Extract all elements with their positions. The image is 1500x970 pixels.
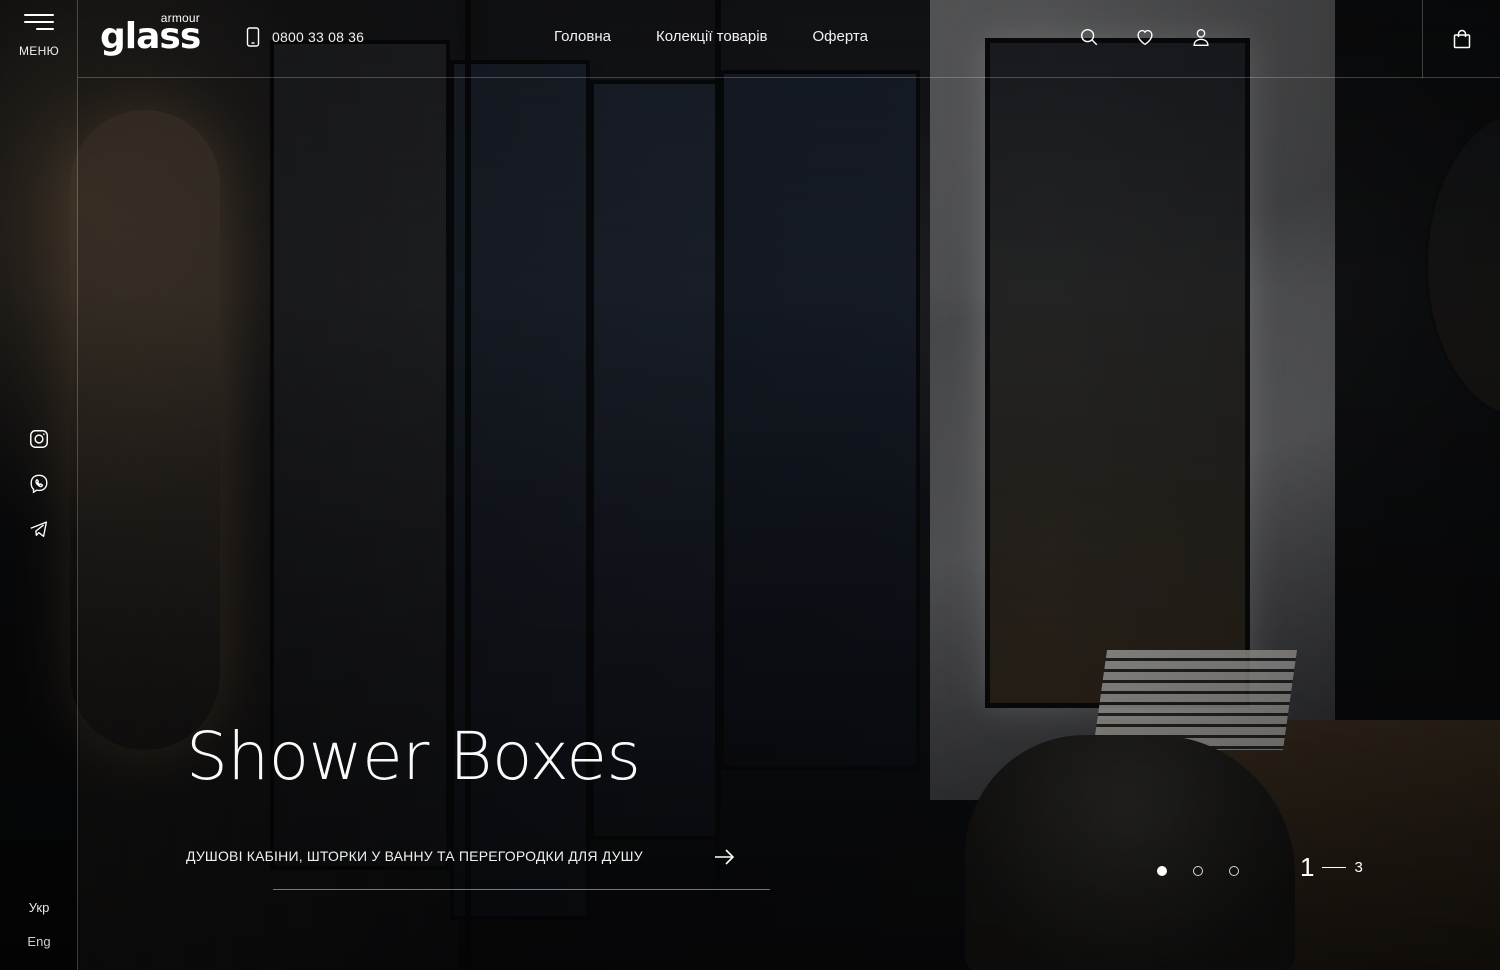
hero-cta-link[interactable]: ДУШОВІ КАБІНИ, ШТОРКИ У ВАННУ ТА ПЕРЕГОР…	[186, 845, 770, 891]
logo-glass: glass	[100, 16, 201, 57]
left-rail: МЕНЮ Укр Eng	[0, 0, 78, 970]
slide-total: 3	[1354, 859, 1363, 876]
cart-icon	[1453, 29, 1470, 49]
hero-subtitle: ДУШОВІ КАБІНИ, ШТОРКИ У ВАННУ ТА ПЕРЕГОР…	[186, 848, 643, 864]
nav-collections[interactable]: Колекції товарів	[656, 28, 768, 45]
main-nav: Головна Колекції товарів Оферта	[554, 28, 868, 45]
nav-offer[interactable]: Оферта	[813, 28, 868, 45]
user-icon[interactable]	[1190, 26, 1212, 48]
menu-label: МЕНЮ	[19, 44, 59, 58]
slider-dots	[1157, 866, 1239, 876]
slider-dot-3[interactable]	[1229, 866, 1239, 876]
lang-en[interactable]: Eng	[0, 934, 78, 949]
arrow-right-icon	[715, 849, 735, 865]
logo[interactable]: armour glass	[100, 10, 210, 62]
hamburger-icon	[24, 14, 54, 30]
cta-underline	[273, 889, 770, 890]
menu-button[interactable]: МЕНЮ	[0, 14, 78, 64]
slide-counter: 1 3	[1300, 852, 1363, 883]
instagram-icon[interactable]	[28, 428, 50, 450]
nav-home[interactable]: Головна	[554, 28, 611, 45]
phone-number: 0800 33 08 36	[272, 29, 365, 45]
phone-icon	[246, 27, 260, 47]
search-icon[interactable]	[1078, 26, 1100, 48]
hero-background	[0, 0, 1500, 970]
slider-dot-2[interactable]	[1193, 866, 1203, 876]
site-header: armour glass 0800 33 08 36 Головна Колек…	[78, 0, 1500, 78]
phone-link[interactable]: 0800 33 08 36	[246, 27, 364, 47]
telegram-icon[interactable]	[28, 518, 50, 540]
lang-ua[interactable]: Укр	[0, 900, 78, 915]
viber-icon[interactable]	[28, 473, 50, 495]
slide-current: 1	[1300, 852, 1315, 882]
slider-dot-1[interactable]	[1157, 866, 1167, 876]
dark-overlay	[0, 0, 1500, 970]
heart-icon[interactable]	[1134, 26, 1156, 48]
counter-divider	[1322, 867, 1347, 868]
social-links	[0, 428, 78, 540]
hero-title: Shower Boxes	[186, 718, 641, 795]
cart-button[interactable]	[1422, 0, 1500, 78]
header-actions	[1078, 26, 1212, 48]
